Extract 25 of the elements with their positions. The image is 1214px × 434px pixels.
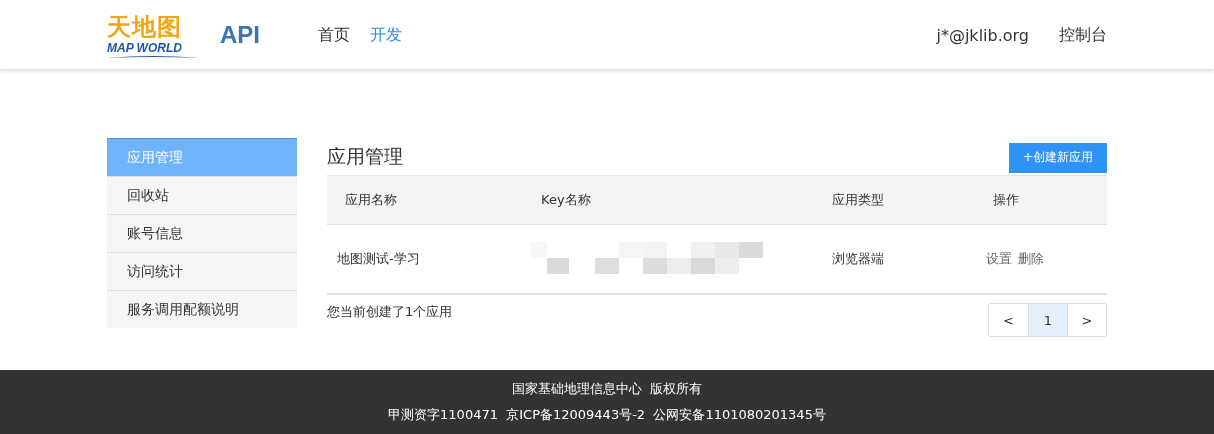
sidebar-item[interactable]: 访问统计: [107, 252, 297, 290]
app-count-text: 您当前创建了1个应用: [327, 303, 453, 321]
action-link[interactable]: 删除: [1018, 251, 1044, 266]
action-link[interactable]: 设置: [986, 251, 1012, 266]
column-header: Key名称: [541, 192, 591, 207]
sidebar-item[interactable]: 账号信息: [107, 214, 297, 252]
column-header: 应用名称: [345, 192, 397, 207]
column-header: 操作: [993, 192, 1019, 207]
console-link[interactable]: 控制台: [1059, 24, 1107, 46]
product-name: API: [220, 21, 260, 49]
nav-link[interactable]: 开发: [370, 24, 402, 46]
table-cell: 地图测试-学习: [337, 251, 420, 266]
logo-subtitle: MAP WORLD: [107, 41, 182, 55]
footer-text: 甲测资字1100471 京ICP备12009443号-2 公网安备1101080201345号: [388, 406, 826, 424]
sidebar-item[interactable]: 回收站: [107, 176, 297, 214]
page-title: 应用管理: [327, 143, 403, 169]
table-cell: 浏览器端: [832, 251, 884, 266]
logo-title: 天地图: [107, 13, 182, 41]
nav-link[interactable]: 首页: [318, 24, 350, 46]
sidebar-item[interactable]: 服务调用配额说明: [107, 290, 297, 328]
page-button[interactable]: 1: [1028, 304, 1067, 336]
footer-text: 国家基础地理信息中心 版权所有: [511, 380, 703, 398]
user-email-link[interactable]: j*@jklib.org: [936, 25, 1029, 45]
column-header: 应用类型: [832, 192, 884, 207]
next-page-button[interactable]: >: [1067, 304, 1106, 336]
